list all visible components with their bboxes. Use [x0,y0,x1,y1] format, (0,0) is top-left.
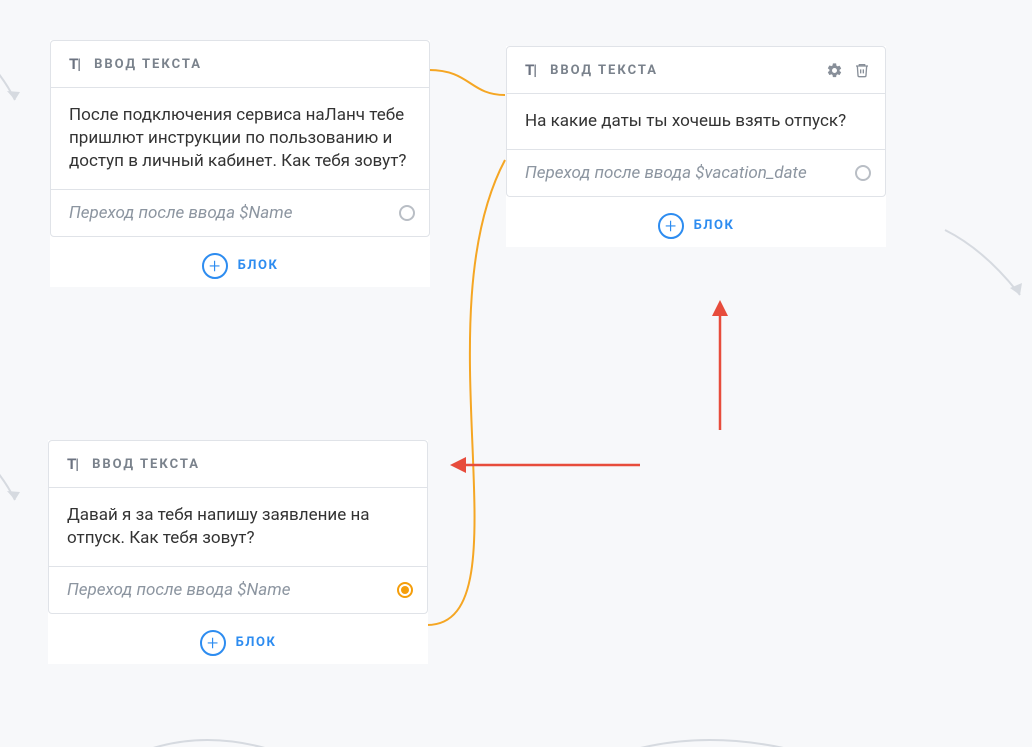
plus-icon: + [200,630,226,656]
node-card: T| ВВОД ТЕКСТА После подключения сервиса… [50,40,430,237]
node-type-label: ВВОД ТЕКСТА [550,63,658,78]
connection-port[interactable] [855,165,871,181]
node-transition[interactable]: Переход после ввода $Name [51,190,429,236]
node-body-text: После подключения сервиса наЛанч тебе пр… [51,88,429,190]
transition-label: Переход после ввода $Name [67,580,290,600]
text-input-icon: T| [67,455,78,473]
text-input-icon: T| [525,61,536,79]
gear-icon[interactable] [825,61,843,79]
flow-node[interactable]: T| ВВОД ТЕКСТА После подключения сервиса… [50,40,430,287]
node-header: T| ВВОД ТЕКСТА [507,47,885,94]
node-actions [825,61,871,79]
add-block-label: БЛОК [236,635,277,650]
trash-icon[interactable] [853,61,871,79]
add-block-button[interactable]: + БЛОК [50,237,430,287]
plus-icon: + [658,213,684,239]
node-header: T| ВВОД ТЕКСТА [51,41,429,88]
text-input-icon: T| [69,55,80,73]
connection-port[interactable] [399,205,415,221]
node-body-text: Давай я за тебя напишу заявление на отпу… [49,488,427,567]
node-type-label: ВВОД ТЕКСТА [92,457,200,472]
add-block-label: БЛОК [238,258,279,273]
node-body-text: На какие даты ты хочешь взять отпуск? [507,94,885,150]
node-card: T| ВВОД ТЕКСТА На какие даты ты хочешь в… [506,46,886,197]
add-block-label: БЛОК [694,218,735,233]
flow-node[interactable]: T| ВВОД ТЕКСТА Давай я за тебя напишу за… [48,440,428,664]
node-transition[interactable]: Переход после ввода $Name [49,567,427,613]
transition-label: Переход после ввода $Name [69,203,292,223]
node-transition[interactable]: Переход после ввода $vacation_date [507,150,885,196]
add-block-button[interactable]: + БЛОК [506,197,886,247]
node-header: T| ВВОД ТЕКСТА [49,441,427,488]
node-card: T| ВВОД ТЕКСТА Давай я за тебя напишу за… [48,440,428,614]
flow-node[interactable]: T| ВВОД ТЕКСТА На какие даты ты хочешь в… [506,46,886,247]
node-type-label: ВВОД ТЕКСТА [94,57,202,72]
add-block-button[interactable]: + БЛОК [48,614,428,664]
connection-port[interactable] [397,582,413,598]
flow-canvas[interactable]: T| ВВОД ТЕКСТА После подключения сервиса… [0,0,1032,747]
transition-label: Переход после ввода $vacation_date [525,163,807,183]
plus-icon: + [202,253,228,279]
